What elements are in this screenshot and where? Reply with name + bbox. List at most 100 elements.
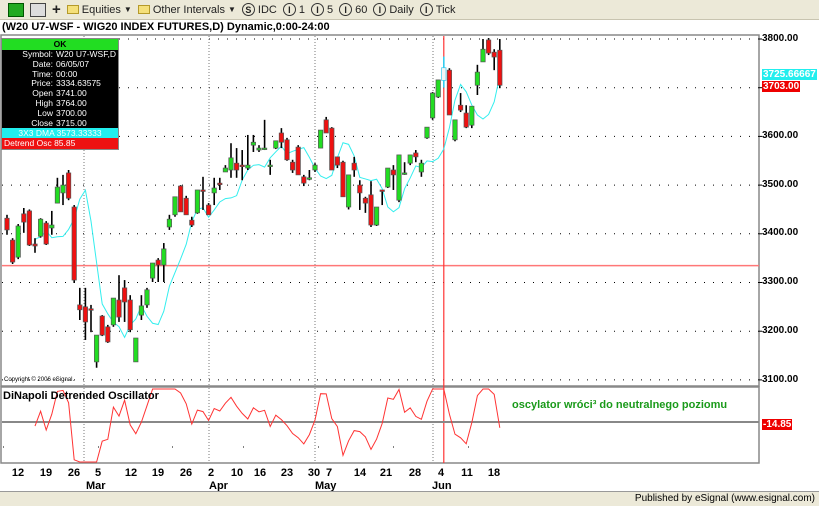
candle-body: [43, 222, 49, 245]
oscillator-title: DiNapoli Detrended Oscillator: [3, 390, 159, 402]
data-window: OK Symbol: W20 U7-WSF,D Date: 06/05/07 Time:…: [1, 38, 119, 151]
candle-body: [469, 105, 475, 126]
chart-title: (W20 U7-WSF - WIG20 INDEX FUTURES,D) Dyn…: [2, 21, 330, 33]
x-tick: 19: [39, 467, 53, 479]
candle-body: [486, 39, 492, 54]
candle-body: [256, 147, 262, 151]
candle-body: [340, 161, 346, 198]
candle-body: [161, 248, 167, 266]
candle-body: [133, 337, 139, 363]
candle-body: [99, 315, 105, 336]
candle-body: [110, 297, 116, 326]
price-label: 3500.00: [762, 179, 799, 190]
candle-body: [402, 172, 408, 175]
candle-body: [424, 126, 430, 139]
candle-body: [278, 132, 284, 143]
price-label: 3600.00: [762, 130, 799, 141]
candle-body: [430, 92, 436, 119]
x-tick: 7: [325, 467, 333, 479]
candle-body: [239, 164, 245, 167]
candle-body: [441, 67, 447, 81]
candle-body: [77, 304, 83, 311]
candle-body: [458, 104, 464, 111]
candle-body: [38, 218, 44, 237]
last-price-label: 3703.00: [762, 81, 801, 92]
candle-body: [138, 305, 144, 316]
candle-body: [396, 154, 402, 201]
status-bar: Published by eSignal (www.esignal.com): [0, 491, 819, 506]
candle-body: [418, 162, 424, 173]
candle-body: [122, 287, 128, 303]
price-label: 3100.00: [762, 374, 799, 385]
x-tick: 14: [353, 467, 367, 479]
candle-body: [452, 119, 458, 141]
candle-body: [491, 51, 497, 58]
candle-body: [189, 219, 195, 226]
candle-body: [463, 112, 469, 128]
candle-body: [54, 186, 60, 204]
candle-body: [413, 152, 419, 158]
candle-body: [474, 71, 480, 86]
candle-body: [200, 189, 206, 192]
chart-canvas[interactable]: [0, 0, 819, 506]
candle-body: [306, 177, 312, 180]
candle-body: [94, 334, 100, 363]
candle-body: [407, 154, 413, 164]
copyright: Copyright © 2006 eSignal.: [4, 377, 75, 383]
x-tick: 12: [124, 467, 138, 479]
candle-body: [290, 161, 296, 171]
candle-body: [374, 206, 380, 226]
candle-body: [351, 162, 357, 171]
candle-body: [10, 239, 16, 263]
candle-body: [178, 185, 184, 213]
candle-body: [480, 48, 486, 63]
candle-body: [267, 164, 273, 167]
candle-body: [116, 299, 122, 318]
candle-body: [82, 306, 88, 323]
candle-body: [318, 129, 324, 149]
candle-body: [4, 217, 10, 231]
candle-body: [66, 172, 72, 199]
price-label: 3400.00: [762, 227, 799, 238]
candle-body: [334, 156, 340, 166]
x-tick: 26: [179, 467, 193, 479]
data-window-row: Close 3715.00: [2, 117, 118, 129]
candle-body: [144, 289, 150, 306]
dma-value-label: 3725.66667: [762, 69, 817, 80]
candle-body: [150, 262, 156, 279]
candle-body: [183, 197, 189, 216]
candle-body: [172, 196, 178, 216]
data-window-value: 3715.00: [56, 117, 87, 128]
x-tick: 30: [307, 467, 321, 479]
candle-body: [88, 308, 94, 311]
data-window-osc: Detrend Osc 85.85: [2, 138, 118, 150]
candle-body: [385, 167, 391, 188]
candle-body: [329, 127, 335, 171]
x-tick: 23: [280, 467, 294, 479]
candle-body: [32, 243, 38, 247]
x-tick: 16: [253, 467, 267, 479]
candle-body: [262, 147, 268, 150]
candle-body: [446, 69, 452, 116]
candle-body: [217, 182, 223, 186]
candle-body: [21, 213, 27, 223]
candle-body: [435, 79, 441, 98]
data-window-key: Close: [31, 117, 53, 128]
candle-body: [379, 189, 385, 192]
candle-body: [301, 176, 307, 184]
candle-body: [206, 204, 212, 216]
candle-body: [105, 326, 111, 343]
candle-body: [166, 218, 172, 228]
candle-body: [155, 259, 161, 266]
candle-body: [250, 141, 256, 146]
candle-body: [368, 194, 374, 226]
x-tick: 5: [94, 467, 102, 479]
oscillator-value-label: -14.85: [762, 419, 793, 430]
x-tick: 11: [461, 467, 473, 479]
x-tick: 26: [67, 467, 81, 479]
candle-body: [228, 157, 234, 171]
x-tick: 2: [207, 467, 215, 479]
candle-body: [60, 184, 66, 194]
candle-body: [127, 299, 133, 331]
price-label: 3800.00: [762, 33, 799, 44]
